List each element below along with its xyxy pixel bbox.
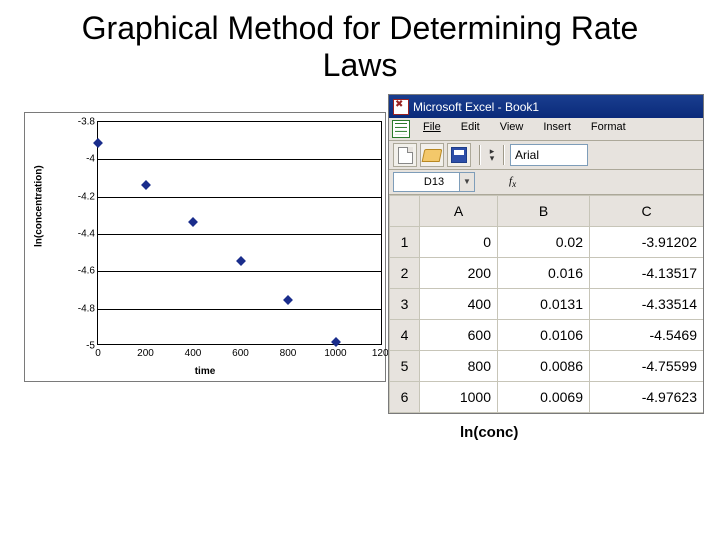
dropdown-icon: ▼ bbox=[459, 173, 474, 191]
excel-window: Microsoft Excel - Book1 File Edit View I… bbox=[388, 94, 704, 414]
header-blank[interactable] bbox=[390, 196, 420, 227]
cell[interactable]: -4.33514 bbox=[590, 289, 704, 320]
cell[interactable]: 0.0069 bbox=[498, 382, 590, 413]
scatter-point bbox=[283, 295, 293, 305]
scatter-point bbox=[188, 217, 198, 227]
y-tick: -3.8 bbox=[65, 117, 95, 128]
excel-titlebar: Microsoft Excel - Book1 bbox=[389, 95, 703, 118]
y-tick: -4.8 bbox=[65, 303, 95, 314]
floppy-disk-icon bbox=[451, 147, 467, 163]
row-header[interactable]: 5 bbox=[390, 351, 420, 382]
slide-title: Graphical Method for Determining Rate La… bbox=[40, 10, 680, 84]
bottom-label-lnconc: ln(conc) bbox=[460, 424, 518, 441]
fx-icon[interactable]: fx bbox=[509, 175, 516, 189]
toolbar-separator bbox=[479, 145, 481, 165]
row-header[interactable]: 3 bbox=[390, 289, 420, 320]
cell[interactable]: 0.0086 bbox=[498, 351, 590, 382]
cell[interactable]: 1000 bbox=[420, 382, 498, 413]
cell[interactable]: -4.13517 bbox=[590, 258, 704, 289]
cell[interactable]: -4.5469 bbox=[590, 320, 704, 351]
excel-formula-bar: D13 ▼ fx bbox=[389, 170, 703, 195]
row-header[interactable]: 1 bbox=[390, 227, 420, 258]
cell[interactable]: -3.91202 bbox=[590, 227, 704, 258]
excel-title: Microsoft Excel - Book1 bbox=[413, 100, 539, 114]
excel-toolbar: ▸▾ Arial bbox=[389, 141, 703, 170]
row-header[interactable]: 2 bbox=[390, 258, 420, 289]
cell[interactable]: 600 bbox=[420, 320, 498, 351]
cell[interactable]: 400 bbox=[420, 289, 498, 320]
open-button[interactable] bbox=[420, 143, 444, 167]
col-header-A[interactable]: A bbox=[420, 196, 498, 227]
scatter-point bbox=[331, 337, 341, 347]
menu-format[interactable]: Format bbox=[581, 118, 636, 140]
table-row: 610000.0069-4.97623 bbox=[390, 382, 704, 413]
cell[interactable]: 0.0131 bbox=[498, 289, 590, 320]
x-tick: 800 bbox=[280, 348, 297, 359]
table-row: 46000.0106-4.5469 bbox=[390, 320, 704, 351]
col-header-B[interactable]: B bbox=[498, 196, 590, 227]
save-button[interactable] bbox=[447, 143, 471, 167]
menu-edit[interactable]: Edit bbox=[451, 118, 490, 140]
toolbar-overflow-icon[interactable]: ▸▾ bbox=[486, 148, 498, 162]
folder-open-icon bbox=[422, 149, 443, 162]
y-tick: -5 bbox=[65, 341, 95, 352]
menu-view[interactable]: View bbox=[490, 118, 534, 140]
row-header[interactable]: 6 bbox=[390, 382, 420, 413]
menu-file[interactable]: File bbox=[413, 118, 451, 140]
cell[interactable]: 0.016 bbox=[498, 258, 590, 289]
excel-document-icon bbox=[392, 120, 410, 138]
scatter-point bbox=[141, 180, 151, 190]
cell[interactable]: 0 bbox=[420, 227, 498, 258]
x-tick: 200 bbox=[137, 348, 154, 359]
y-tick: -4.6 bbox=[65, 266, 95, 277]
font-selector[interactable]: Arial bbox=[510, 144, 588, 166]
table-row: 22000.016-4.13517 bbox=[390, 258, 704, 289]
table-row: 34000.0131-4.33514 bbox=[390, 289, 704, 320]
x-tick: 600 bbox=[232, 348, 249, 359]
cell[interactable]: 200 bbox=[420, 258, 498, 289]
toolbar-separator bbox=[503, 145, 505, 165]
cell[interactable]: 0.02 bbox=[498, 227, 590, 258]
y-tick: -4 bbox=[65, 154, 95, 165]
excel-grid[interactable]: A B C 100.02-3.9120222000.016-4.13517340… bbox=[389, 195, 703, 413]
table-row: 58000.0086-4.75599 bbox=[390, 351, 704, 382]
chart-plot-area bbox=[97, 121, 382, 345]
cell[interactable]: 800 bbox=[420, 351, 498, 382]
scatter-point bbox=[93, 138, 103, 148]
new-doc-button[interactable] bbox=[393, 143, 417, 167]
chart-ylabel: ln(concentration) bbox=[34, 165, 45, 247]
cell[interactable]: 0.0106 bbox=[498, 320, 590, 351]
new-doc-icon bbox=[398, 147, 413, 164]
cell[interactable]: -4.97623 bbox=[590, 382, 704, 413]
x-tick: 400 bbox=[185, 348, 202, 359]
cell[interactable]: -4.75599 bbox=[590, 351, 704, 382]
chart-xlabel: time bbox=[25, 366, 385, 377]
chart-lnconc-vs-time: ln(concentration) time -3.8 -4 -4.2 -4.4 -4.… bbox=[24, 112, 386, 382]
name-box[interactable]: D13 ▼ bbox=[393, 172, 475, 192]
spreadsheet-table: A B C 100.02-3.9120222000.016-4.13517340… bbox=[389, 195, 703, 413]
col-header-C[interactable]: C bbox=[590, 196, 704, 227]
row-header[interactable]: 4 bbox=[390, 320, 420, 351]
name-box-value: D13 bbox=[424, 176, 444, 188]
y-tick: -4.2 bbox=[65, 191, 95, 202]
y-tick: -4.4 bbox=[65, 229, 95, 240]
x-tick: 1000 bbox=[324, 348, 346, 359]
scatter-point bbox=[236, 256, 246, 266]
excel-menu-bar: File Edit View Insert Format bbox=[389, 118, 703, 141]
x-tick: 0 bbox=[95, 348, 101, 359]
menu-insert[interactable]: Insert bbox=[533, 118, 581, 140]
x-icon bbox=[393, 99, 409, 115]
table-row: 100.02-3.91202 bbox=[390, 227, 704, 258]
